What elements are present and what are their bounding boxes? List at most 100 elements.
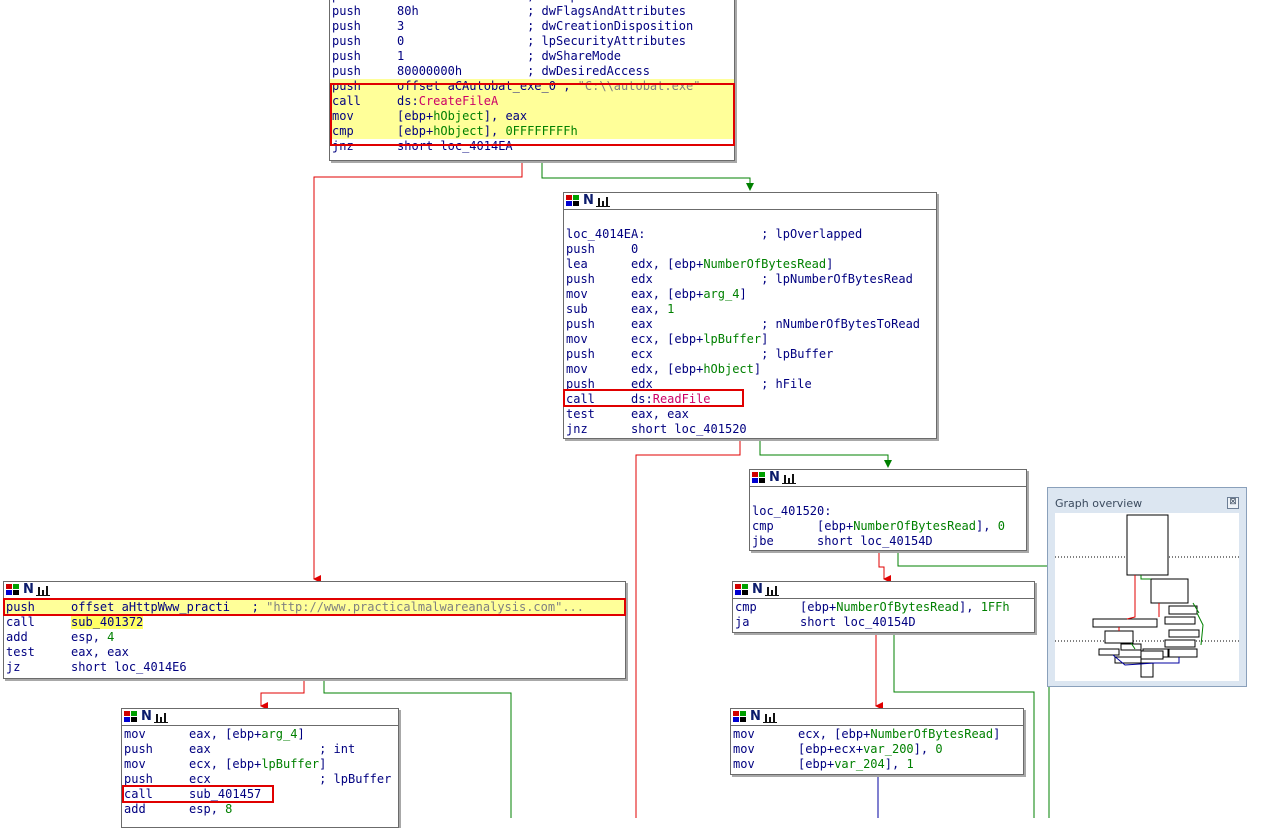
asm-line[interactable]: call ds:ReadFile bbox=[564, 392, 936, 407]
color-palette-icon[interactable] bbox=[566, 195, 580, 207]
asm-operand[interactable]: ds:CreateFileA bbox=[397, 94, 498, 108]
asm-operand[interactable]: eax, 1 bbox=[631, 302, 674, 316]
asm-operand[interactable]: short loc_401520 bbox=[631, 422, 747, 436]
asm-line[interactable]: mov ecx, [ebp+lpBuffer] bbox=[122, 757, 398, 772]
asm-line[interactable]: push 0 bbox=[564, 242, 936, 257]
asm-line[interactable]: add esp, 4 bbox=[4, 630, 625, 645]
asm-operand[interactable]: edx, [ebp+NumberOfBytesRead] bbox=[631, 257, 833, 271]
asm-operand[interactable]: short loc_40154D bbox=[800, 615, 916, 629]
code-block-url-check[interactable]: N push offset aHttpWww_practi ; "http://… bbox=[3, 581, 626, 679]
code-block-createfile[interactable]: push 0 ; hTemplateFilepush 80h ; dwFlags… bbox=[329, 0, 735, 161]
asm-line[interactable]: mov [ebp+hObject], eax bbox=[330, 109, 734, 124]
asm-line[interactable]: jz short loc_4014E6 bbox=[4, 660, 625, 675]
asm-operand[interactable]: ecx bbox=[189, 772, 211, 786]
color-palette-icon[interactable] bbox=[752, 472, 766, 484]
asm-line[interactable]: sub eax, 1 bbox=[564, 302, 936, 317]
asm-line[interactable]: cmp [ebp+hObject], 0FFFFFFFFh bbox=[330, 124, 734, 139]
asm-line[interactable]: push ecx ; lpBuffer bbox=[564, 347, 936, 362]
api-name[interactable]: ReadFile bbox=[653, 392, 711, 406]
asm-operand[interactable]: eax, eax bbox=[631, 407, 689, 421]
color-palette-icon[interactable] bbox=[735, 584, 749, 596]
asm-line[interactable]: mov [ebp+ecx+var_200], 0 bbox=[731, 742, 1023, 757]
asm-operand[interactable]: 80000000h bbox=[397, 64, 462, 78]
asm-operand[interactable]: eax, [ebp+arg_4] bbox=[631, 287, 747, 301]
node-name-icon[interactable]: N bbox=[23, 583, 34, 597]
asm-operand[interactable]: edx, [ebp+hObject] bbox=[631, 362, 761, 376]
color-palette-icon[interactable] bbox=[733, 711, 747, 723]
asm-operand[interactable]: eax bbox=[631, 317, 653, 331]
asm-line[interactable]: push edx ; hFile bbox=[564, 377, 936, 392]
asm-line[interactable]: test eax, eax bbox=[4, 645, 625, 660]
asm-operand[interactable]: esp, 4 bbox=[71, 630, 114, 644]
asm-line[interactable]: mov ecx, [ebp+NumberOfBytesRead] bbox=[731, 727, 1023, 742]
asm-operand[interactable]: short loc_40154D bbox=[817, 534, 933, 548]
asm-line[interactable]: mov [ebp+var_204], 1 bbox=[731, 757, 1023, 772]
asm-operand[interactable]: [ebp+var_204], 1 bbox=[798, 757, 914, 771]
code-block-cmp-1ffh[interactable]: N cmp [ebp+NumberOfBytesRead], 1FFh ja sh… bbox=[732, 581, 1035, 633]
api-name[interactable]: CreateFileA bbox=[419, 94, 498, 108]
asm-operand[interactable]: eax, eax bbox=[71, 645, 129, 659]
asm-operand[interactable]: 0 bbox=[397, 34, 404, 48]
asm-line[interactable]: jnz short loc_4014EA bbox=[330, 139, 734, 154]
asm-line[interactable]: jnz short loc_401520 bbox=[564, 422, 936, 437]
color-palette-icon[interactable] bbox=[6, 584, 20, 596]
asm-operand[interactable]: eax, [ebp+arg_4] bbox=[189, 727, 305, 741]
asm-line[interactable]: push 80h ; dwFlagsAndAttributes bbox=[330, 4, 734, 19]
asm-line[interactable]: lea edx, [ebp+NumberOfBytesRead] bbox=[564, 257, 936, 272]
code-block-loc-401520[interactable]: N loc_401520: cmp [ebp+NumberOfBytesRead]… bbox=[749, 469, 1027, 551]
graph-chart-icon[interactable] bbox=[762, 711, 777, 723]
code-block-call-sub-401457[interactable]: N mov eax, [ebp+arg_4] push eax ; int mov … bbox=[121, 708, 399, 828]
graph-chart-icon[interactable] bbox=[764, 584, 779, 596]
graph-overview-canvas[interactable] bbox=[1055, 513, 1239, 681]
asm-operand[interactable]: edx bbox=[631, 377, 653, 391]
asm-operand[interactable]: offset aHttpWww_practi bbox=[71, 600, 230, 614]
asm-line[interactable]: mov ecx, [ebp+lpBuffer] bbox=[564, 332, 936, 347]
asm-line[interactable]: push offset aHttpWww_practi ; "http://ww… bbox=[4, 600, 625, 615]
code-block-null-terminate[interactable]: N mov ecx, [ebp+NumberOfBytesRead] mov [e… bbox=[730, 708, 1024, 775]
asm-line[interactable]: push eax ; nNumberOfBytesToRead bbox=[564, 317, 936, 332]
node-name-icon[interactable]: N bbox=[583, 194, 594, 208]
asm-line[interactable]: cmp [ebp+NumberOfBytesRead], 0 bbox=[750, 519, 1026, 534]
asm-operand[interactable]: [ebp+NumberOfBytesRead], 1FFh bbox=[800, 600, 1010, 614]
asm-operand[interactable]: sub_401372 bbox=[71, 615, 144, 629]
asm-line[interactable]: push ecx ; lpBuffer bbox=[122, 772, 398, 787]
color-palette-icon[interactable] bbox=[124, 711, 138, 723]
close-icon[interactable]: ⊠ bbox=[1227, 497, 1239, 509]
asm-line[interactable]: push 1 ; dwShareMode bbox=[330, 49, 734, 64]
asm-operand[interactable]: 0 bbox=[397, 0, 404, 3]
asm-line[interactable]: push 0 ; lpSecurityAttributes bbox=[330, 34, 734, 49]
graph-overview-panel[interactable]: Graph overview ⊠ bbox=[1047, 487, 1247, 687]
asm-operand[interactable]: esp, 8 bbox=[189, 802, 232, 816]
asm-line[interactable]: call sub_401372 bbox=[4, 615, 625, 630]
asm-operand[interactable]: offset aCAutobat_exe_0 bbox=[397, 79, 556, 93]
asm-line[interactable]: add esp, 8 bbox=[122, 802, 398, 817]
asm-line[interactable]: mov eax, [ebp+arg_4] bbox=[564, 287, 936, 302]
asm-operand[interactable]: [ebp+hObject], eax bbox=[397, 109, 527, 123]
asm-operand[interactable]: ds:ReadFile bbox=[631, 392, 710, 406]
asm-operand[interactable]: [ebp+ecx+var_200], 0 bbox=[798, 742, 943, 756]
graph-chart-icon[interactable] bbox=[781, 472, 796, 484]
asm-line[interactable]: ja short loc_40154D bbox=[733, 615, 1034, 630]
asm-line[interactable]: push offset aCAutobat_exe_0 ; "C:\\autob… bbox=[330, 79, 734, 94]
asm-operand[interactable]: 3 bbox=[397, 19, 404, 33]
asm-operand[interactable]: edx bbox=[631, 272, 653, 286]
node-name-icon[interactable]: N bbox=[141, 710, 152, 724]
asm-operand[interactable]: [ebp+NumberOfBytesRead], 0 bbox=[817, 519, 1005, 533]
node-name-icon[interactable]: N bbox=[769, 471, 780, 485]
asm-line[interactable]: test eax, eax bbox=[564, 407, 936, 422]
asm-operand[interactable]: [ebp+hObject], 0FFFFFFFFh bbox=[397, 124, 578, 138]
asm-operand[interactable]: 1 bbox=[397, 49, 404, 63]
graph-chart-icon[interactable] bbox=[595, 195, 610, 207]
asm-operand[interactable]: 0 bbox=[631, 242, 638, 256]
asm-line[interactable]: push eax ; int bbox=[122, 742, 398, 757]
asm-operand[interactable]: eax bbox=[189, 742, 211, 756]
asm-operand[interactable]: short loc_4014EA bbox=[397, 139, 513, 153]
graph-chart-icon[interactable] bbox=[153, 711, 168, 723]
node-name-icon[interactable]: N bbox=[750, 710, 761, 724]
asm-line[interactable]: cmp [ebp+NumberOfBytesRead], 1FFh bbox=[733, 600, 1034, 615]
block-label[interactable]: loc_401520: bbox=[750, 504, 1026, 519]
asm-operand[interactable]: ecx bbox=[631, 347, 653, 361]
asm-line[interactable]: call ds:CreateFileA bbox=[330, 94, 734, 109]
asm-operand[interactable]: ecx, [ebp+lpBuffer] bbox=[631, 332, 768, 346]
asm-line[interactable]: jbe short loc_40154D bbox=[750, 534, 1026, 549]
